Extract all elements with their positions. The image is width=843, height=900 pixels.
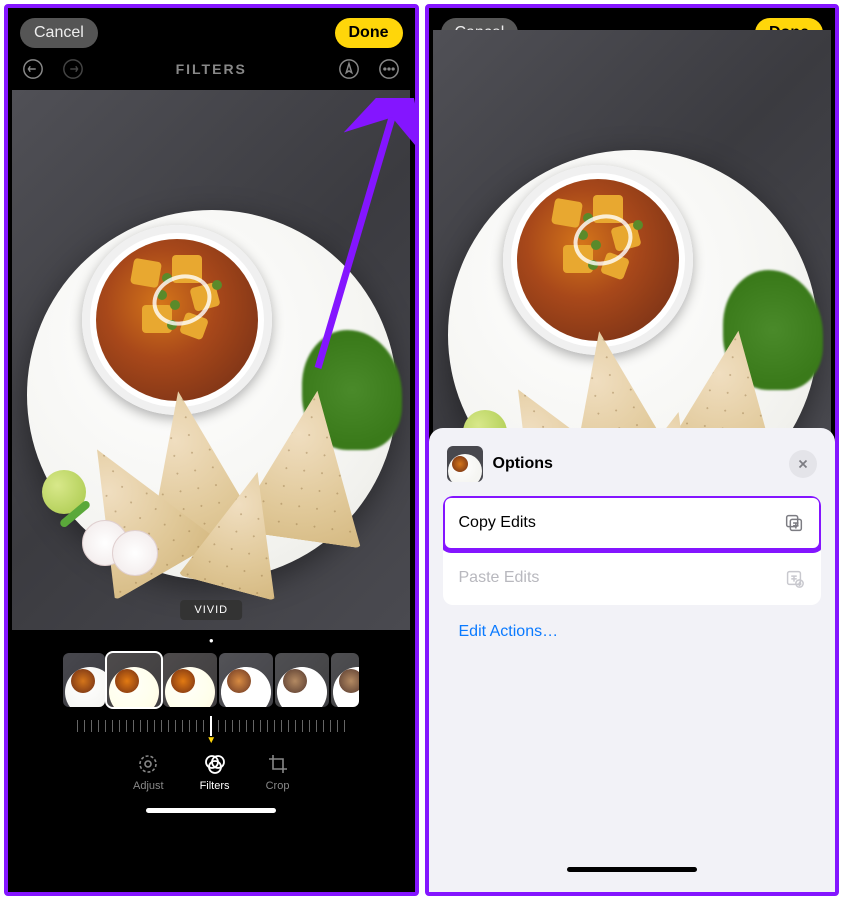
- top-bar: Cancel Done: [8, 8, 415, 52]
- close-icon[interactable]: [789, 450, 817, 478]
- paste-edits-icon: [783, 567, 805, 589]
- home-indicator[interactable]: [146, 808, 276, 813]
- photo-preview: [429, 90, 836, 390]
- adjust-icon: [136, 752, 160, 776]
- redo-icon[interactable]: [60, 56, 86, 82]
- filter-thumbnails: [8, 647, 415, 713]
- options-list: Copy Edits Paste Edits: [443, 496, 822, 605]
- sheet-thumbnail: [447, 446, 483, 482]
- sheet-title: Options: [493, 455, 780, 473]
- screen-title: FILTERS: [176, 61, 247, 77]
- paste-edits-row: Paste Edits: [443, 550, 822, 605]
- edit-toolbar: FILTERS: [8, 52, 415, 90]
- filters-icon: [203, 752, 227, 776]
- filter-name-badge: VIVID: [180, 600, 242, 620]
- phone-right-options: Cancel Done FILTERS: [425, 4, 840, 896]
- row-label: Paste Edits: [459, 569, 540, 587]
- crop-icon: [266, 752, 290, 776]
- home-indicator[interactable]: [567, 867, 697, 872]
- page-indicator: ●: [8, 630, 415, 647]
- mode-filters[interactable]: Filters: [200, 752, 230, 792]
- copy-edits-icon: [783, 512, 805, 534]
- filter-thumb-original[interactable]: [63, 653, 105, 707]
- mode-crop[interactable]: Crop: [266, 752, 290, 792]
- filter-thumb-vivid-cool[interactable]: [219, 653, 273, 707]
- photo-preview: VIVID: [8, 90, 415, 630]
- edit-actions-link[interactable]: Edit Actions…: [443, 605, 822, 659]
- mode-label: Filters: [200, 780, 230, 792]
- undo-icon[interactable]: [20, 56, 46, 82]
- filter-thumb-vivid[interactable]: [107, 653, 161, 707]
- mode-label: Adjust: [133, 780, 164, 792]
- filter-thumb-vivid-warm[interactable]: [163, 653, 217, 707]
- done-button[interactable]: Done: [335, 18, 403, 48]
- copy-edits-row[interactable]: Copy Edits: [443, 496, 822, 550]
- phone-left-filters: Cancel Done FILTERS: [4, 4, 419, 896]
- sheet-header: Options: [443, 442, 822, 496]
- options-sheet: Options Copy Edits Paste Edits Edit Acti…: [429, 428, 836, 892]
- mode-adjust[interactable]: Adjust: [133, 752, 164, 792]
- more-icon[interactable]: [376, 56, 402, 82]
- filter-thumb-next[interactable]: [331, 653, 359, 707]
- intensity-slider[interactable]: [8, 713, 415, 735]
- cancel-button[interactable]: Cancel: [20, 18, 98, 48]
- markup-icon[interactable]: [336, 56, 362, 82]
- edit-modes: Adjust Filters Crop: [8, 740, 415, 800]
- mode-label: Crop: [266, 780, 290, 792]
- row-label: Copy Edits: [459, 514, 536, 532]
- filter-thumb-dramatic[interactable]: [275, 653, 329, 707]
